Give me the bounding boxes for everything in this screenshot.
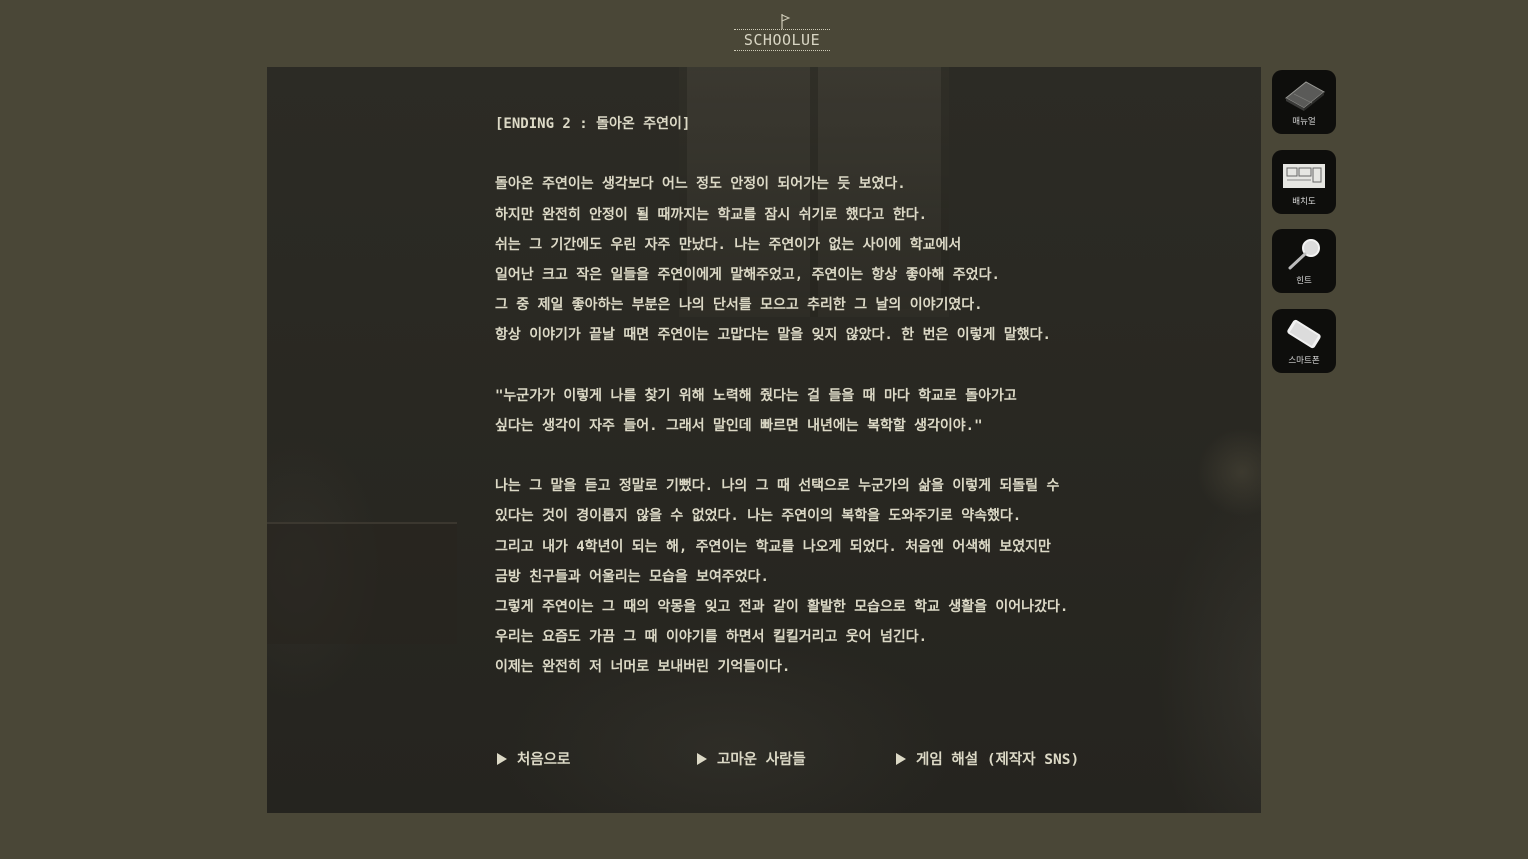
restart-button[interactable]: 처음으로 <box>497 745 570 775</box>
story-line: 이제는 완전히 저 너머로 보내버린 기억들이다. <box>495 659 791 676</box>
background-lamp <box>1197 427 1261 517</box>
credits-button[interactable]: 고마운 사람들 <box>697 745 806 775</box>
ending-title: [ENDING 2 : 돌아온 주연이] <box>495 116 691 132</box>
map-label: 배치도 <box>1292 197 1316 207</box>
story-line: 그렇게 주연이는 그 때의 악몽을 잊고 전과 같이 활발한 모습으로 학교 생… <box>495 599 1069 615</box>
story-line-blank <box>495 441 1195 471</box>
phone-label: 스마트폰 <box>1288 356 1320 366</box>
story-line: 일어난 크고 작은 일들을 주연이에게 말해주었고, 주연이는 항상 좋아해 주… <box>495 266 1000 283</box>
story-line: 그 중 제일 좋아하는 부분은 나의 단서를 모으고 추리한 그 날의 이야기였… <box>495 297 983 314</box>
map-button[interactable]: 배치도 <box>1272 150 1336 214</box>
story-line: 쉬는 그 기간에도 우린 자주 만났다. 나는 주연이가 없는 사이에 학교에서 <box>495 236 962 253</box>
story-line: 나는 그 말을 듣고 정말로 기뻤다. 나의 그 때 선택으로 누군가의 삶을 … <box>495 478 1060 495</box>
game-logo: SCHOOLUE <box>734 12 830 52</box>
story-line: 항상 이야기가 끝날 때면 주연이는 고맙다는 말을 잊지 않았다. 한 번은 … <box>495 327 1051 344</box>
story-line: 하지만 완전히 안정이 될 때까지는 학교를 잠시 쉬기로 했다고 한다. <box>495 206 928 223</box>
magnifier-icon <box>1288 239 1320 270</box>
story-line-blank <box>495 351 1195 381</box>
notebook-icon <box>1285 81 1325 111</box>
play-arrow-icon <box>896 753 906 765</box>
phone-button[interactable]: 스마트폰 <box>1272 309 1336 373</box>
commentary-button[interactable]: 게임 해설 (제작자 SNS) <box>896 745 1079 775</box>
story-line: 금방 친구들과 어울리는 모습을 보여주었다. <box>495 568 769 585</box>
hint-button[interactable]: 힌트 <box>1272 229 1336 293</box>
ending-story: [ENDING 2 : 돌아온 주연이] 돌아온 주연이는 생각보다 어느 정도… <box>495 109 1195 683</box>
story-quote-line: 싶다는 생각이 자주 들어. 그래서 말인데 빠르면 내년에는 복학할 생각이야… <box>495 417 983 434</box>
story-line: 그리고 내가 4학년이 되는 해, 주연이는 학교를 나오게 되었다. 처음엔 … <box>495 538 1051 555</box>
story-line: 우리는 요즘도 가끔 그 때 이야기를 하면서 킬킬거리고 웃어 넘긴다. <box>495 629 928 646</box>
smartphone-icon <box>1287 319 1321 349</box>
credits-label: 고마운 사람들 <box>717 752 806 768</box>
story-line: 있다는 것이 경이롭지 않을 수 없었다. 나는 주연이의 복학을 도와주기로 … <box>495 508 1022 525</box>
background-desk <box>267 522 457 644</box>
play-arrow-icon <box>497 753 507 765</box>
story-line: 돌아온 주연이는 생각보다 어느 정도 안정이 되어가는 듯 보였다. <box>495 176 906 193</box>
hint-label: 힌트 <box>1296 276 1312 286</box>
play-arrow-icon <box>697 753 707 765</box>
flag-icon <box>781 14 791 29</box>
story-line-blank <box>495 139 1195 169</box>
logo-text: SCHOOLUE <box>734 29 830 51</box>
ending-menu: 처음으로 고마운 사람들 게임 해설 (제작자 SNS) <box>497 745 1257 775</box>
manual-label: 매뉴얼 <box>1292 117 1316 127</box>
story-quote-line: "누군가가 이렇게 나를 찾기 위해 노력해 줬다는 걸 들을 때 마다 학교로… <box>495 387 1017 404</box>
restart-label: 처음으로 <box>517 752 571 768</box>
commentary-label: 게임 해설 (제작자 SNS) <box>916 752 1080 768</box>
manual-button[interactable]: 매뉴얼 <box>1272 70 1336 134</box>
game-screen: { "logo": { "text": "SCHOOLUE" }, "story… <box>0 0 1528 859</box>
ending-scene: [ENDING 2 : 돌아온 주연이] 돌아온 주연이는 생각보다 어느 정도… <box>267 67 1261 813</box>
floor-map-icon <box>1283 164 1325 188</box>
